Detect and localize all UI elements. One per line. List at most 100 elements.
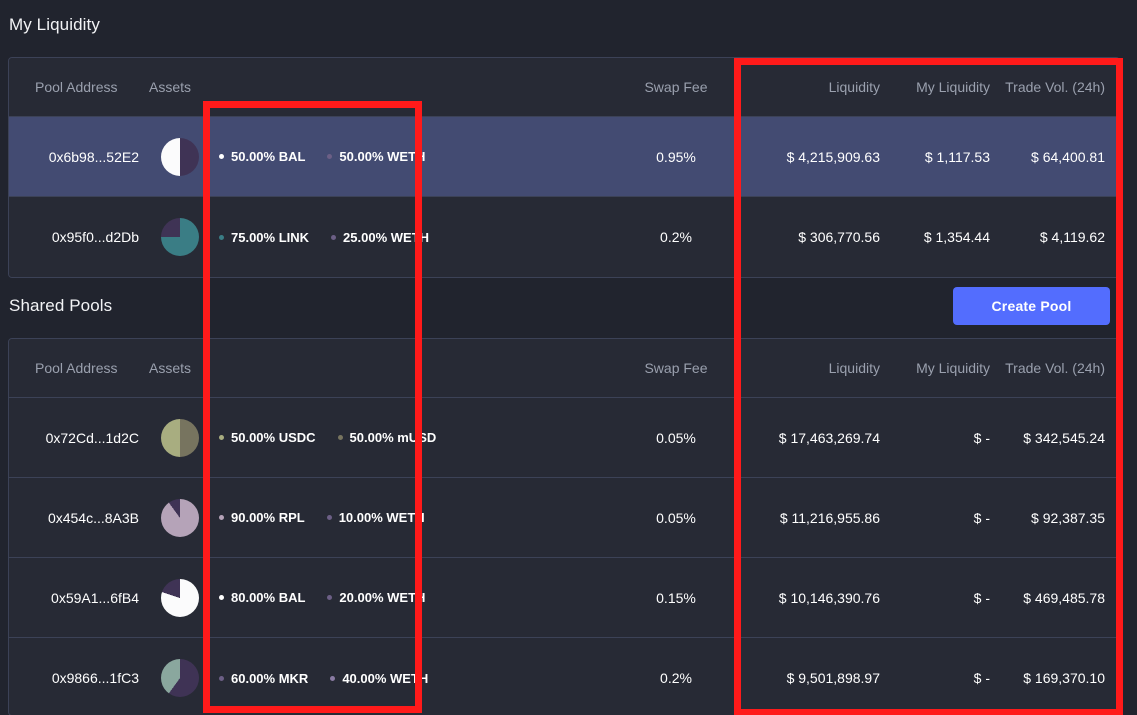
create-pool-button[interactable]: Create Pool bbox=[953, 287, 1110, 325]
liquidity-cell: $ 9,501,898.97 bbox=[741, 670, 884, 686]
column-header-assets[interactable]: Assets bbox=[149, 360, 211, 376]
asset-weight-item: 10.00% WETH bbox=[327, 510, 425, 525]
column-header-swap-fee[interactable]: Swap Fee bbox=[611, 79, 741, 95]
trade-volume-cell: $ 64,400.81 bbox=[994, 149, 1119, 165]
pie-chart-icon bbox=[161, 138, 199, 176]
assets-pie-cell bbox=[149, 579, 211, 617]
asset-weight-item: 20.00% WETH bbox=[327, 590, 425, 605]
shared-pools-table: Pool Address Assets Swap Fee Liquidity M… bbox=[8, 338, 1120, 715]
asset-weight-label: 75.00% LINK bbox=[231, 230, 309, 245]
assets-pie-cell bbox=[149, 218, 211, 256]
liquidity-cell: $ 4,215,909.63 bbox=[741, 149, 884, 165]
asset-weight-label: 50.00% mUSD bbox=[350, 430, 437, 445]
liquidity-cell: $ 11,216,955.86 bbox=[741, 510, 884, 526]
assets-pie-cell bbox=[149, 419, 211, 457]
trade-volume-cell: $ 342,545.24 bbox=[994, 430, 1119, 446]
pool-address-cell: 0x454c...8A3B bbox=[9, 510, 149, 526]
assets-cell: 90.00% RPL 10.00% WETH bbox=[211, 510, 611, 525]
asset-weight-label: 10.00% WETH bbox=[339, 510, 425, 525]
asset-weight-label: 50.00% BAL bbox=[231, 149, 305, 164]
table-row[interactable]: 0x72Cd...1d2C 50.00% USDC 50.00% mUSD 0.05%… bbox=[9, 398, 1119, 478]
table-header-row: Pool Address Assets Swap Fee Liquidity M… bbox=[9, 58, 1119, 117]
trade-volume-cell: $ 4,119.62 bbox=[994, 229, 1119, 245]
assets-pie-cell bbox=[149, 659, 211, 697]
pie-chart-icon bbox=[161, 659, 199, 697]
swap-fee-cell: 0.95% bbox=[611, 149, 741, 165]
asset-weight-item: 50.00% mUSD bbox=[338, 430, 437, 445]
pool-address-cell: 0x72Cd...1d2C bbox=[9, 430, 149, 446]
table-row[interactable]: 0x6b98...52E250.00% BAL50.00% WETH0.95%$… bbox=[9, 117, 1119, 197]
pool-address-cell: 0x59A1...6fB4 bbox=[9, 590, 149, 606]
asset-weight-item: 50.00% WETH bbox=[327, 149, 425, 164]
column-header-pool-address[interactable]: Pool Address bbox=[9, 79, 149, 95]
page-title-my-liquidity: My Liquidity bbox=[9, 15, 100, 35]
page-title-shared-pools: Shared Pools bbox=[9, 296, 112, 316]
column-header-trade-volume[interactable]: Trade Vol. (24h) bbox=[994, 360, 1119, 376]
asset-weight-label: 90.00% RPL bbox=[231, 510, 305, 525]
swap-fee-cell: 0.05% bbox=[611, 430, 741, 446]
my-liquidity-cell: $ 1,117.53 bbox=[884, 149, 994, 165]
pie-chart-icon bbox=[161, 419, 199, 457]
asset-color-dot-icon bbox=[219, 435, 224, 440]
trade-volume-cell: $ 169,370.10 bbox=[994, 670, 1119, 686]
asset-weight-item: 90.00% RPL bbox=[219, 510, 305, 525]
table-row[interactable]: 0x9866...1fC360.00% MKR40.00% WETH0.2%$ … bbox=[9, 638, 1119, 715]
liquidity-cell: $ 306,770.56 bbox=[741, 229, 884, 245]
column-header-liquidity[interactable]: Liquidity bbox=[741, 79, 884, 95]
liquidity-pools-page: My Liquidity Pool Address Assets Swap Fe… bbox=[0, 0, 1137, 715]
asset-color-dot-icon bbox=[327, 515, 332, 520]
assets-cell: 50.00% USDC 50.00% mUSD bbox=[211, 430, 611, 445]
trade-volume-cell: $ 92,387.35 bbox=[994, 510, 1119, 526]
my-liquidity-cell: $ - bbox=[884, 670, 994, 686]
asset-weight-item: 25.00% WETH bbox=[331, 230, 429, 245]
pool-address-cell: 0x9866...1fC3 bbox=[9, 670, 149, 686]
asset-color-dot-icon bbox=[331, 235, 336, 240]
pool-address-cell: 0x6b98...52E2 bbox=[9, 149, 149, 165]
shared-pools-rows: 0x72Cd...1d2C 50.00% USDC 50.00% mUSD 0.05%… bbox=[9, 398, 1119, 715]
swap-fee-cell: 0.2% bbox=[611, 229, 741, 245]
pool-address-cell: 0x95f0...d2Db bbox=[9, 229, 149, 245]
assets-cell: 75.00% LINK 25.00% WETH bbox=[211, 230, 611, 245]
asset-weight-item: 50.00% USDC bbox=[219, 430, 316, 445]
column-header-my-liquidity[interactable]: My Liquidity bbox=[884, 360, 994, 376]
pie-chart-icon bbox=[161, 499, 199, 537]
assets-pie-cell bbox=[149, 499, 211, 537]
column-header-trade-volume[interactable]: Trade Vol. (24h) bbox=[994, 79, 1119, 95]
trade-volume-cell: $ 469,485.78 bbox=[994, 590, 1119, 606]
my-liquidity-cell: $ - bbox=[884, 590, 994, 606]
asset-weight-label: 40.00% WETH bbox=[342, 671, 428, 686]
table-row[interactable]: 0x95f0...d2Db75.00% LINK25.00% WETH0.2%$… bbox=[9, 197, 1119, 277]
swap-fee-cell: 0.15% bbox=[611, 590, 741, 606]
asset-color-dot-icon bbox=[338, 435, 343, 440]
pie-chart-icon bbox=[161, 218, 199, 256]
column-header-assets[interactable]: Assets bbox=[149, 79, 211, 95]
asset-weight-label: 80.00% BAL bbox=[231, 590, 305, 605]
asset-weight-item: 50.00% BAL bbox=[219, 149, 305, 164]
assets-cell: 60.00% MKR 40.00% WETH bbox=[211, 671, 611, 686]
asset-weight-item: 80.00% BAL bbox=[219, 590, 305, 605]
asset-color-dot-icon bbox=[219, 676, 224, 681]
my-liquidity-cell: $ - bbox=[884, 430, 994, 446]
assets-cell: 80.00% BAL 20.00% WETH bbox=[211, 590, 611, 605]
pie-chart-icon bbox=[161, 579, 199, 617]
column-header-swap-fee[interactable]: Swap Fee bbox=[611, 360, 741, 376]
table-header-row: Pool Address Assets Swap Fee Liquidity M… bbox=[9, 339, 1119, 398]
my-liquidity-cell: $ - bbox=[884, 510, 994, 526]
asset-weight-item: 40.00% WETH bbox=[330, 671, 428, 686]
column-header-liquidity[interactable]: Liquidity bbox=[741, 360, 884, 376]
asset-color-dot-icon bbox=[219, 515, 224, 520]
table-row[interactable]: 0x59A1...6fB4 80.00% BAL 20.00% WETH 0.15% $… bbox=[9, 558, 1119, 638]
asset-color-dot-icon bbox=[327, 595, 332, 600]
asset-color-dot-icon bbox=[219, 154, 224, 159]
my-liquidity-cell: $ 1,354.44 bbox=[884, 229, 994, 245]
asset-weight-label: 50.00% WETH bbox=[339, 149, 425, 164]
table-row[interactable]: 0x454c...8A3B90.00% RPL10.00% WETH0.05%$… bbox=[9, 478, 1119, 558]
asset-weight-label: 50.00% USDC bbox=[231, 430, 316, 445]
column-header-my-liquidity[interactable]: My Liquidity bbox=[884, 79, 994, 95]
assets-pie-cell bbox=[149, 138, 211, 176]
swap-fee-cell: 0.05% bbox=[611, 510, 741, 526]
column-header-pool-address[interactable]: Pool Address bbox=[9, 360, 149, 376]
swap-fee-cell: 0.2% bbox=[611, 670, 741, 686]
asset-weight-label: 60.00% MKR bbox=[231, 671, 308, 686]
assets-cell: 50.00% BAL 50.00% WETH bbox=[211, 149, 611, 164]
